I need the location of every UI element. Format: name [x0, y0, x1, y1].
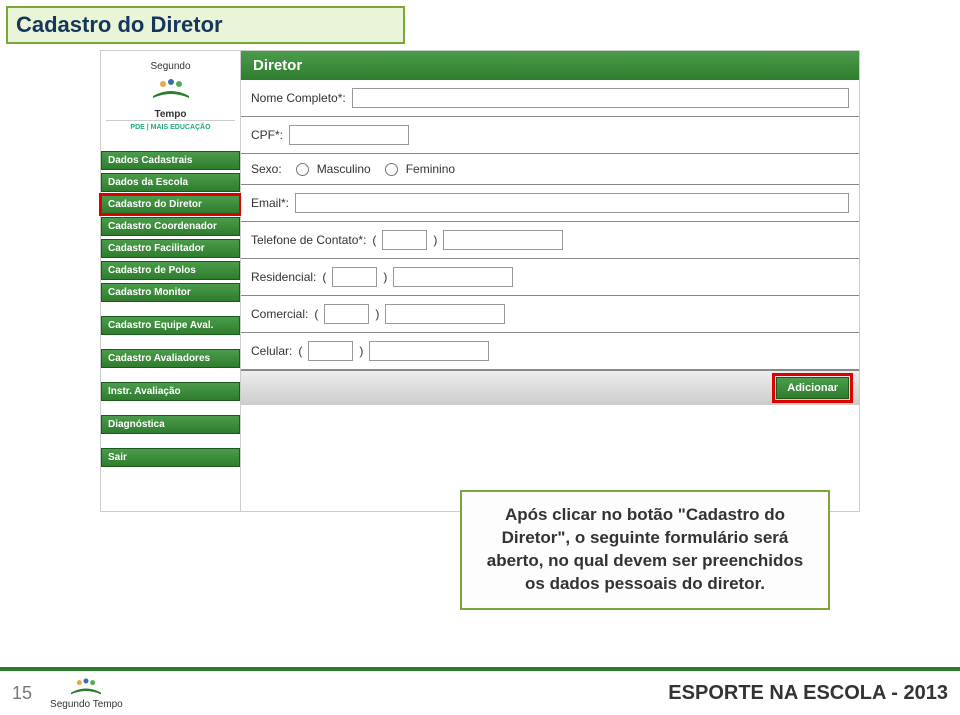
instruction-callout: Após clicar no botão "Cadastro do Direto… — [460, 490, 830, 610]
book-people-icon — [151, 76, 191, 100]
nav-item[interactable]: Cadastro Facilitador — [101, 239, 240, 258]
radio-feminino[interactable] — [385, 163, 398, 176]
nav-group: Cadastro Avaliadores — [101, 349, 240, 368]
form-footer: Adicionar — [241, 370, 859, 405]
label-comercial: Comercial: — [251, 307, 308, 321]
paren-close: ) — [383, 270, 387, 284]
label-residencial: Residencial: — [251, 270, 316, 284]
form-body: Nome Completo*: CPF*: Sexo: Masculino Fe… — [241, 80, 859, 370]
input-cpf[interactable] — [289, 125, 409, 145]
footer-right-text: ESPORTE NA ESCOLA - 2013 — [668, 682, 948, 705]
nav-group: Diagnóstica — [101, 415, 240, 434]
paren-close: ) — [375, 307, 379, 321]
nav-item[interactable]: Diagnóstica — [101, 415, 240, 434]
nav-group: Sair — [101, 448, 240, 467]
input-residencial-num[interactable] — [393, 267, 513, 287]
sidebar: Segundo Tempo PDE | MAIS EDUCAÇÃO Dados … — [101, 51, 241, 511]
label-nome: Nome Completo*: — [251, 91, 346, 105]
label-feminino: Feminino — [406, 162, 455, 176]
input-celular-ddd[interactable] — [308, 341, 353, 361]
nav-item[interactable]: Cadastro do Diretor — [101, 195, 240, 214]
program-logo: Segundo Tempo PDE | MAIS EDUCAÇÃO — [101, 51, 240, 151]
logo-subtitle: PDE | MAIS EDUCAÇÃO — [106, 120, 235, 131]
nav-item[interactable]: Cadastro Coordenador — [101, 217, 240, 236]
nav-item[interactable]: Cadastro Monitor — [101, 283, 240, 302]
nav-item[interactable]: Dados Cadastrais — [101, 151, 240, 170]
nav-item[interactable]: Dados da Escola — [101, 173, 240, 192]
input-nome[interactable] — [352, 88, 849, 108]
footer-logo: Segundo Tempo — [50, 676, 123, 710]
nav-group: Dados Cadastrais Dados da Escola Cadastro … — [101, 151, 240, 302]
paren-open: ( — [322, 270, 326, 284]
slide-footer: 15 Segundo Tempo ESPORTE NA ESCOLA - 201… — [0, 667, 960, 715]
book-people-icon — [69, 676, 103, 696]
label-masculino: Masculino — [317, 162, 371, 176]
paren-open: ( — [298, 344, 302, 358]
input-telefone-ddd[interactable] — [382, 230, 427, 250]
label-email: Email*: — [251, 196, 289, 210]
footer-left: 15 Segundo Tempo — [12, 676, 123, 710]
nav-item[interactable]: Instr. Avaliação — [101, 382, 240, 401]
callout-text: Após clicar no botão "Cadastro do Direto… — [476, 504, 814, 596]
row-cpf: CPF*: — [241, 117, 859, 154]
nav-item[interactable]: Cadastro de Polos — [101, 261, 240, 280]
input-email[interactable] — [295, 193, 849, 213]
page-number: 15 — [12, 683, 32, 704]
add-button[interactable]: Adicionar — [776, 377, 849, 399]
nav-item[interactable]: Cadastro Equipe Aval. — [101, 316, 240, 335]
form-title: Diretor — [241, 51, 859, 80]
nav-group: Instr. Avaliação — [101, 382, 240, 401]
logo-line2: Tempo — [154, 109, 186, 120]
paren-open: ( — [314, 307, 318, 321]
input-telefone-num[interactable] — [443, 230, 563, 250]
label-sexo: Sexo: — [251, 162, 282, 176]
row-comercial: Comercial: ( ) — [241, 296, 859, 333]
nav-item[interactable]: Cadastro Avaliadores — [101, 349, 240, 368]
row-sexo: Sexo: Masculino Feminino — [241, 154, 859, 185]
slide-title-box: Cadastro do Diretor — [6, 6, 405, 44]
row-email: Email*: — [241, 185, 859, 222]
paren-open: ( — [372, 233, 376, 247]
label-celular: Celular: — [251, 344, 292, 358]
row-telefone: Telefone de Contato*: ( ) — [241, 222, 859, 259]
input-comercial-ddd[interactable] — [324, 304, 369, 324]
input-residencial-ddd[interactable] — [332, 267, 377, 287]
radio-masculino[interactable] — [296, 163, 309, 176]
footer-logo-text2: Tempo — [93, 699, 123, 710]
nav-group: Cadastro Equipe Aval. — [101, 316, 240, 335]
label-telefone: Telefone de Contato*: — [251, 233, 366, 247]
footer-logo-text1: Segundo — [50, 699, 90, 710]
slide-title: Cadastro do Diretor — [16, 12, 223, 37]
paren-close: ) — [359, 344, 363, 358]
logo-line1: Segundo — [150, 61, 190, 72]
nav-item[interactable]: Sair — [101, 448, 240, 467]
app-container: Segundo Tempo PDE | MAIS EDUCAÇÃO Dados … — [100, 50, 860, 512]
label-cpf: CPF*: — [251, 128, 283, 142]
paren-close: ) — [433, 233, 437, 247]
input-celular-num[interactable] — [369, 341, 489, 361]
form-panel: Diretor Nome Completo*: CPF*: Sexo: Masc… — [241, 51, 859, 511]
input-comercial-num[interactable] — [385, 304, 505, 324]
row-nome: Nome Completo*: — [241, 80, 859, 117]
row-celular: Celular: ( ) — [241, 333, 859, 370]
row-residencial: Residencial: ( ) — [241, 259, 859, 296]
